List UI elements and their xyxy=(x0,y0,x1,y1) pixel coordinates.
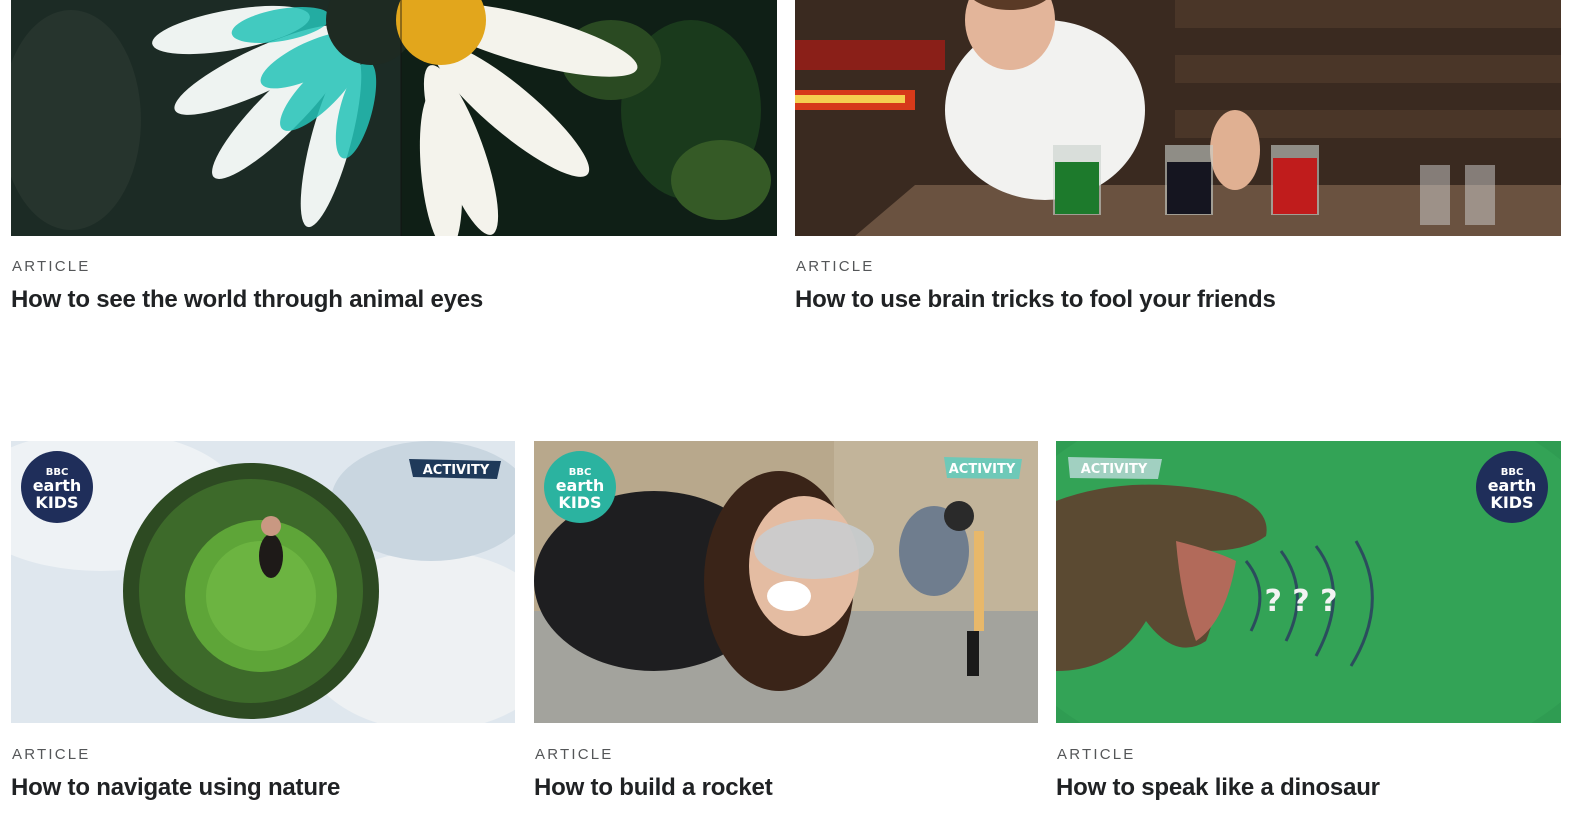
article-kicker: ARTICLE xyxy=(1057,746,1136,763)
article-title[interactable]: How to speak like a dinosaur xyxy=(1056,774,1380,802)
activity-tag: ACTIVITY xyxy=(423,463,490,478)
article-thumbnail[interactable]: ? ? ? ACTIVITY BBC earth KIDS xyxy=(1056,441,1561,723)
article-card-speak-dinosaur[interactable]: ? ? ? ACTIVITY BBC earth KIDS ARTICLE Ho… xyxy=(1056,441,1561,818)
tiny-planet-image: BBC earth KIDS ACTIVITY xyxy=(11,441,515,723)
article-thumbnail[interactable]: BBC earth KIDS ACTIVITY xyxy=(534,441,1038,723)
article-grid: ARTICLE How to see the world through ani… xyxy=(0,0,1578,818)
article-card-brain-tricks[interactable]: ARTICLE How to use brain tricks to fool … xyxy=(795,0,1561,330)
activity-tag: ACTIVITY xyxy=(949,462,1016,477)
activity-tag: ACTIVITY xyxy=(1081,462,1148,477)
article-title[interactable]: How to navigate using nature xyxy=(11,774,340,802)
logo-line-3: KIDS xyxy=(1490,493,1533,512)
logo-line-3: KIDS xyxy=(558,493,601,512)
article-card-animal-eyes[interactable]: ARTICLE How to see the world through ani… xyxy=(11,0,777,330)
dinosaur-image: ? ? ? ACTIVITY BBC earth KIDS xyxy=(1056,441,1561,723)
article-thumbnail[interactable] xyxy=(11,0,777,236)
article-thumbnail[interactable]: BBC earth KIDS ACTIVITY xyxy=(11,441,515,723)
daisy-image xyxy=(11,0,777,236)
article-kicker: ARTICLE xyxy=(535,746,614,763)
article-kicker: ARTICLE xyxy=(12,746,91,763)
logo-line-3: KIDS xyxy=(35,493,78,512)
article-kicker: ARTICLE xyxy=(12,258,91,275)
article-card-navigate-nature[interactable]: BBC earth KIDS ACTIVITY ARTICLE How to n… xyxy=(11,441,515,818)
article-card-build-rocket[interactable]: BBC earth KIDS ACTIVITY ARTICLE How to b… xyxy=(534,441,1038,818)
question-marks: ? ? ? xyxy=(1264,584,1337,619)
brain-tricks-image xyxy=(795,0,1561,236)
rocket-image: BBC earth KIDS ACTIVITY xyxy=(534,441,1038,723)
article-title[interactable]: How to see the world through animal eyes xyxy=(11,286,483,314)
article-title[interactable]: How to use brain tricks to fool your fri… xyxy=(795,286,1276,314)
article-title[interactable]: How to build a rocket xyxy=(534,774,773,802)
article-thumbnail[interactable] xyxy=(795,0,1561,236)
article-kicker: ARTICLE xyxy=(796,258,875,275)
